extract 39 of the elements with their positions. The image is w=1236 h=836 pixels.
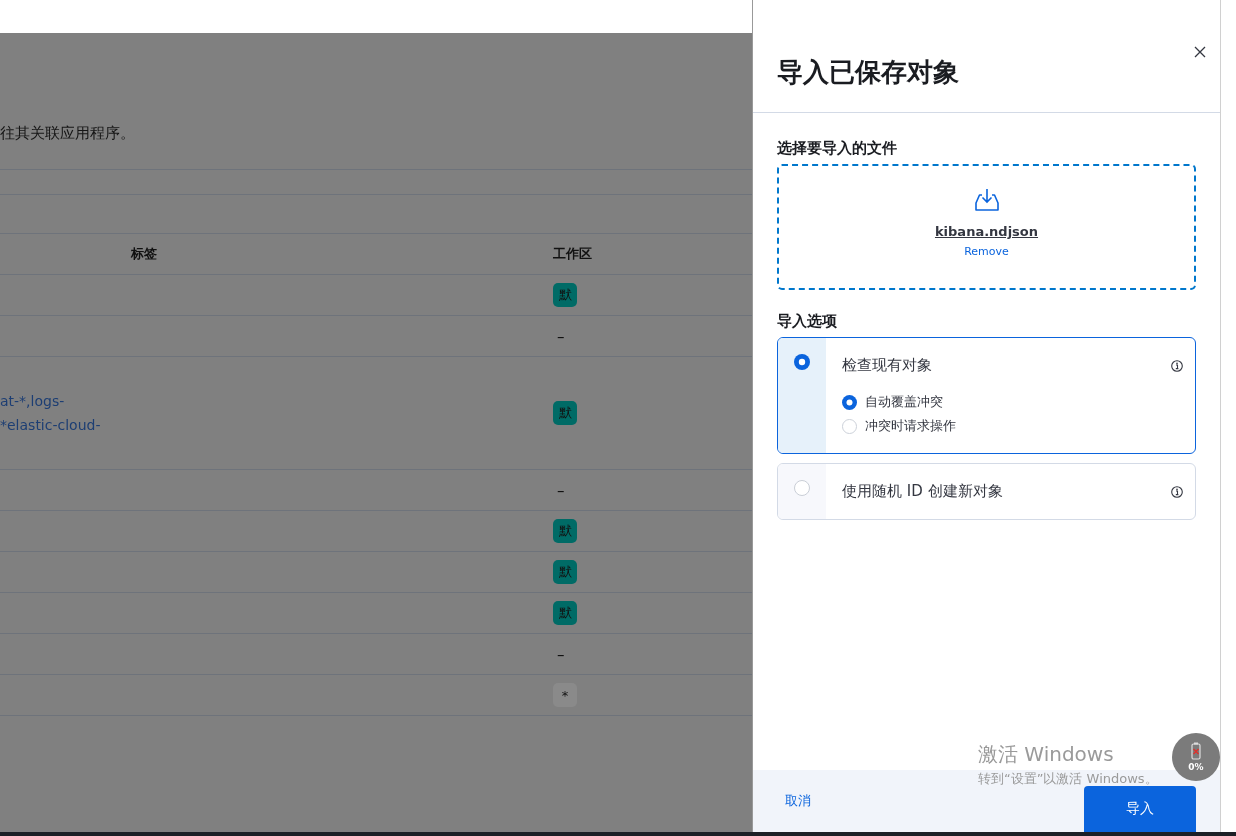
empty-dash: – — [556, 481, 565, 500]
file-name: kibana.ndjson — [934, 224, 1039, 239]
empty-dash: – — [556, 645, 565, 664]
workspace-badge: 默 — [553, 519, 577, 543]
radio-button[interactable] — [794, 354, 810, 370]
radio-button[interactable] — [842, 394, 857, 410]
option-card[interactable]: 使用随机 ID 创建新对象 — [777, 463, 1196, 520]
workspace-badge: 默 — [553, 560, 577, 584]
option-card[interactable]: 检查现有对象 自动覆盖冲突 冲突时请求操作 — [777, 337, 1196, 454]
workspace-badge: 默 — [553, 283, 577, 307]
remove-link[interactable]: Remove — [964, 245, 1009, 258]
option-label: 冲突时请求操作 — [865, 417, 956, 435]
workspace-badge: 默 — [553, 601, 577, 625]
tag-link[interactable]: *elastic-cloud- — [0, 413, 553, 437]
option-label: 自动覆盖冲突 — [865, 393, 943, 411]
activation-hint: 转到“设置”以激活 Windows。 — [978, 770, 1158, 788]
page-description: 往其关联应用程序。 — [0, 123, 136, 144]
file-dropzone[interactable]: kibana.ndjson Remove — [777, 164, 1196, 290]
empty-dash: – — [556, 327, 565, 346]
radio-button[interactable] — [794, 480, 810, 496]
option-label: 使用随机 ID 创建新对象 — [842, 482, 1003, 501]
import-button[interactable]: 导入 — [1084, 786, 1196, 832]
battery-icon — [1190, 742, 1202, 760]
info-icon[interactable] — [1171, 485, 1183, 498]
info-icon[interactable] — [1171, 359, 1183, 372]
column-header: 标签 — [131, 246, 157, 261]
option-label: 检查现有对象 — [842, 356, 932, 375]
close-icon[interactable] — [1194, 46, 1206, 58]
activation-title: 激活 Windows — [978, 741, 1115, 768]
flyout-title: 导入已保存对象 — [777, 56, 959, 89]
section-label: 选择要导入的文件 — [777, 139, 898, 158]
download-icon — [973, 188, 1000, 212]
widget-reading: 0% — [1188, 762, 1204, 772]
radio-button[interactable] — [842, 418, 857, 434]
column-header: 工作区 — [553, 245, 593, 263]
section-label: 导入选项 — [777, 312, 838, 331]
workspace-badge: 默 — [553, 401, 577, 425]
workspace-badge: * — [553, 683, 577, 707]
cancel-button[interactable]: 取消 — [785, 792, 811, 810]
